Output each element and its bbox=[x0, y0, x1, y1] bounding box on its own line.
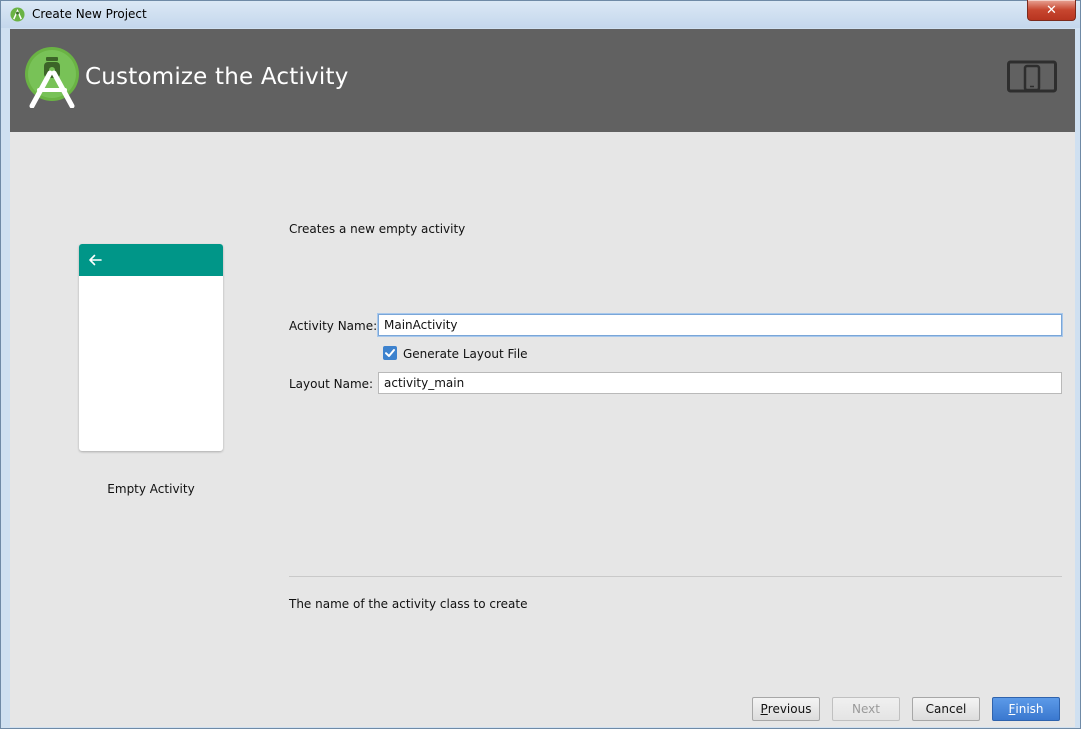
activity-description: Creates a new empty activity bbox=[289, 222, 466, 236]
finish-mnemonic: F bbox=[1008, 702, 1016, 716]
dialog-window: Create New Project ✕ Customize the Activ… bbox=[0, 0, 1081, 729]
activity-name-input[interactable] bbox=[378, 314, 1062, 336]
phone-tablet-icon bbox=[1007, 60, 1057, 93]
activity-preview bbox=[79, 244, 223, 451]
generate-layout-label[interactable]: Generate Layout File bbox=[403, 347, 528, 361]
check-mark-icon bbox=[385, 349, 395, 357]
back-arrow-icon bbox=[89, 254, 102, 266]
cancel-button[interactable]: Cancel bbox=[912, 697, 980, 721]
layout-name-label: Layout Name: bbox=[289, 377, 374, 391]
close-icon: ✕ bbox=[1046, 2, 1057, 18]
header-banner: Customize the Activity bbox=[10, 29, 1075, 132]
window-title: Create New Project bbox=[32, 7, 147, 21]
activity-name-label: Activity Name: bbox=[289, 319, 378, 333]
dialog-content: Customize the Activity Empty Activity Cr… bbox=[10, 29, 1075, 727]
divider bbox=[289, 576, 1062, 577]
next-button[interactable]: Next bbox=[832, 697, 900, 721]
preview-label: Empty Activity bbox=[107, 482, 195, 496]
help-text: The name of the activity class to create bbox=[289, 597, 528, 611]
close-button[interactable]: ✕ bbox=[1027, 0, 1076, 21]
finish-label: inish bbox=[1015, 702, 1044, 716]
layout-name-input[interactable] bbox=[378, 372, 1062, 394]
finish-button[interactable]: Finish bbox=[992, 697, 1060, 721]
android-studio-icon bbox=[25, 47, 79, 108]
android-studio-small-icon bbox=[10, 7, 25, 22]
preview-toolbar bbox=[79, 244, 223, 276]
previous-button[interactable]: Previous bbox=[752, 697, 820, 721]
next-label: Next bbox=[852, 702, 880, 716]
previous-mnemonic: P bbox=[760, 702, 768, 716]
title-bar[interactable]: Create New Project ✕ bbox=[1, 0, 1080, 28]
previous-label: revious bbox=[767, 702, 812, 716]
cancel-label: Cancel bbox=[925, 702, 967, 716]
generate-layout-checkbox[interactable] bbox=[383, 346, 397, 360]
page-title: Customize the Activity bbox=[85, 64, 349, 90]
